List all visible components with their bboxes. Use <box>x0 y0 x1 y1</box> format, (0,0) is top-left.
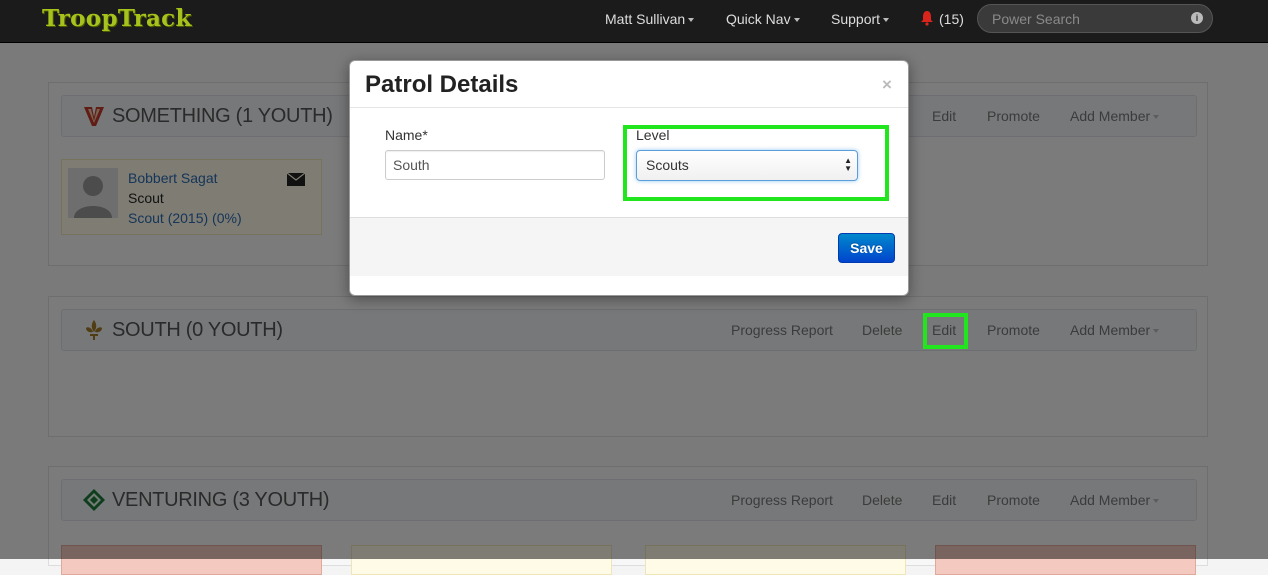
quick-nav-label: Quick Nav <box>726 11 791 27</box>
chevron-down-icon <box>883 18 890 23</box>
brand-logo[interactable]: TroopTrack <box>42 5 192 32</box>
notification-count[interactable]: (15) <box>939 11 964 27</box>
support-label: Support <box>831 11 881 27</box>
support-menu[interactable]: Support <box>831 11 890 27</box>
patrol-details-modal: Patrol Details × Name* Level Scouts ▲▼ S… <box>349 60 909 296</box>
modal-title: Patrol Details <box>365 71 519 98</box>
info-icon[interactable]: i <box>1191 12 1203 24</box>
name-field[interactable] <box>385 150 605 180</box>
user-menu[interactable]: Matt Sullivan <box>605 11 695 27</box>
quick-nav-menu[interactable]: Quick Nav <box>726 11 800 27</box>
chevron-down-icon <box>688 18 695 23</box>
chevron-down-icon <box>793 18 800 23</box>
highlight-edit-box <box>923 313 968 349</box>
top-navbar: TroopTrack Matt Sullivan Quick Nav Suppo… <box>0 0 1268 43</box>
name-label: Name* <box>385 127 428 143</box>
modal-header: Patrol Details × <box>350 61 908 108</box>
close-icon[interactable]: × <box>882 75 892 95</box>
power-search-input[interactable] <box>977 4 1213 33</box>
save-button[interactable]: Save <box>838 233 895 263</box>
highlight-level-box <box>623 125 889 201</box>
modal-footer: Save <box>350 217 908 276</box>
user-menu-label: Matt Sullivan <box>605 11 686 27</box>
bell-icon[interactable] <box>920 10 934 26</box>
